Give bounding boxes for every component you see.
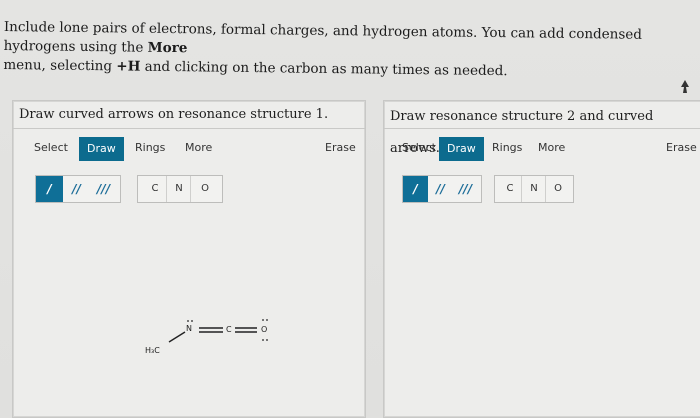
molecule-drawing[interactable]: H₃C N C O	[141, 306, 281, 366]
mouse-cursor-icon	[681, 80, 689, 93]
bond-tool-group: / // ///	[35, 175, 121, 203]
erase-tool-button[interactable]: Erase	[666, 141, 697, 154]
instructions-text-3: and clicking on the carbon as many times…	[140, 58, 508, 80]
triple-bond-button[interactable]: ///	[90, 176, 117, 202]
panel-title: Draw resonance structure 2 and curved ar…	[384, 101, 700, 156]
rings-menu-button[interactable]: Rings	[135, 141, 165, 154]
instructions: Include lone pairs of electrons, formal …	[3, 18, 694, 83]
nitrogen-atom-label: N	[186, 324, 192, 333]
select-tool-button[interactable]: Select	[402, 141, 436, 154]
single-bond-button[interactable]: /	[403, 176, 428, 202]
carbon-atom-button[interactable]: C	[144, 176, 167, 202]
select-tool-button[interactable]: Select	[34, 141, 68, 154]
instructions-more: More	[147, 39, 188, 57]
panel-toolbar: Select Draw Rings More Erase	[13, 137, 365, 161]
instructions-plus-h: +H	[116, 58, 141, 75]
double-bond-button[interactable]: //	[428, 176, 453, 202]
atom-tool-group: C N O	[137, 175, 223, 203]
triple-bond-button[interactable]: ///	[453, 176, 478, 202]
single-bond-button[interactable]: /	[36, 176, 63, 202]
instructions-text-2: menu, selecting	[3, 56, 117, 75]
instructions-text: Include lone pairs of electrons, formal …	[3, 18, 643, 56]
more-menu-button[interactable]: More	[185, 141, 212, 154]
atom-tool-group: C N O	[494, 175, 574, 203]
drawing-panel-structure-2: Draw resonance structure 2 and curved ar…	[383, 100, 700, 418]
draw-tool-button[interactable]: Draw	[79, 137, 124, 161]
oxygen-atom-button[interactable]: O	[194, 176, 216, 202]
erase-tool-button[interactable]: Erase	[325, 141, 356, 154]
bond-tool-group: / // ///	[402, 175, 482, 203]
more-menu-button[interactable]: More	[538, 141, 565, 154]
oxygen-atom-label: O	[261, 325, 268, 334]
panel-toolbar: Select Draw Rings More Erase	[384, 137, 700, 161]
draw-tool-button[interactable]: Draw	[439, 137, 484, 161]
panel-title: Draw curved arrows on resonance structur…	[13, 101, 365, 129]
nitrogen-atom-button[interactable]: N	[168, 176, 191, 202]
oxygen-atom-button[interactable]: O	[547, 176, 569, 202]
carbon-atom-button[interactable]: C	[499, 176, 522, 202]
bond-lines	[168, 319, 268, 343]
rings-menu-button[interactable]: Rings	[492, 141, 522, 154]
double-bond-button[interactable]: //	[63, 176, 90, 202]
carbon-atom-label: C	[226, 325, 232, 334]
nitrogen-atom-button[interactable]: N	[523, 176, 546, 202]
drawing-panel-structure-1: Draw curved arrows on resonance structur…	[12, 100, 366, 418]
